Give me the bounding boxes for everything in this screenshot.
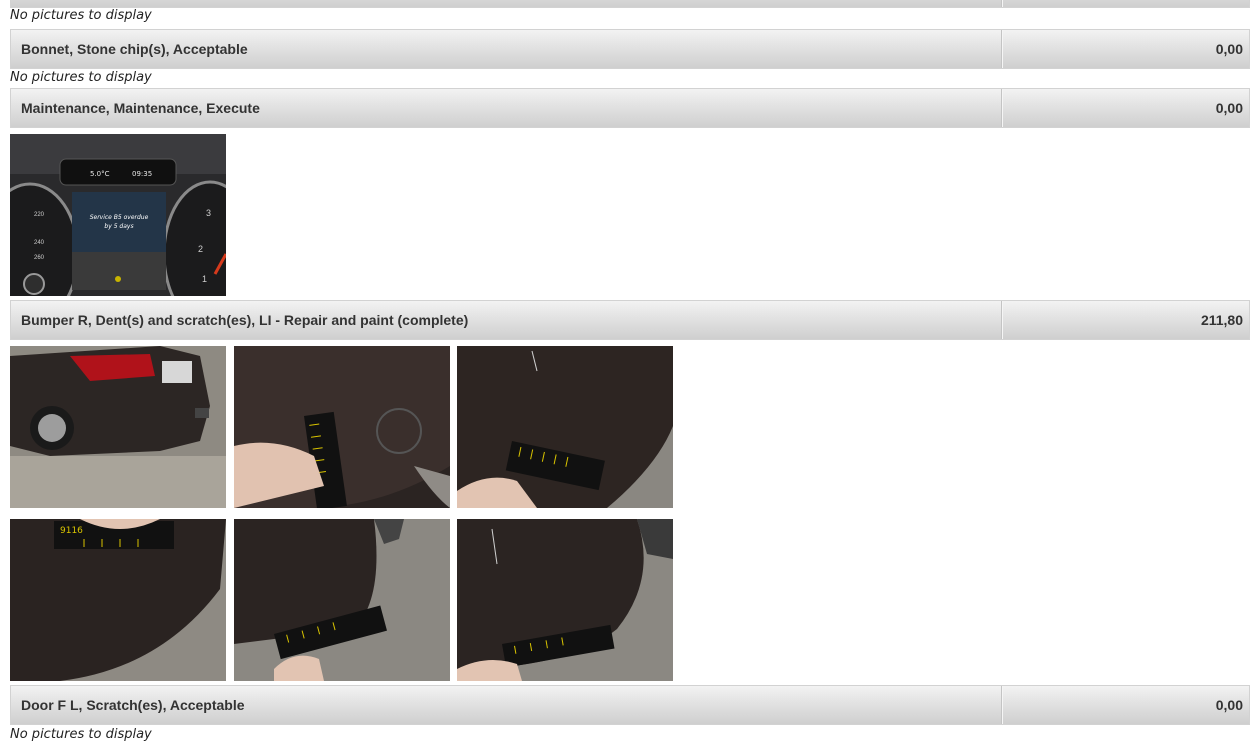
photo-thumbnail-bumper-1[interactable]: [10, 346, 226, 508]
section-amount: 0,00: [1215, 697, 1243, 713]
section-header-bonnet[interactable]: Bonnet, Stone chip(s), Acceptable 0,00: [10, 29, 1250, 69]
section-header-maintenance[interactable]: Maintenance, Maintenance, Execute 0,00: [10, 88, 1250, 128]
section-header-partial: [10, 0, 1250, 8]
no-pictures-note: No pictures to display: [10, 8, 152, 23]
section-amount: 0,00: [1215, 100, 1243, 116]
photo-thumbnail-bumper-4[interactable]: 9116: [10, 519, 226, 681]
svg-text:3: 3: [206, 208, 211, 218]
svg-text:2: 2: [198, 244, 203, 254]
svg-text:Service B5 overdue: Service B5 overdue: [90, 214, 149, 221]
section-header-bumper-r[interactable]: Bumper R, Dent(s) and scratch(es), LI - …: [10, 300, 1250, 340]
photo-thumbnail-dashboard[interactable]: 5.0°C 09:35 Service B5 overdue by 5 days…: [10, 134, 226, 296]
svg-text:9116: 9116: [60, 526, 83, 536]
damage-report-page: No pictures to display Bonnet, Stone chi…: [0, 0, 1259, 749]
photo-thumbnail-bumper-5[interactable]: [234, 519, 450, 681]
svg-text:220: 220: [34, 212, 45, 218]
section-amount: 211,80: [1200, 312, 1243, 328]
no-pictures-note: No pictures to display: [10, 70, 152, 85]
svg-text:by 5 days: by 5 days: [104, 223, 133, 230]
photo-thumbnail-bumper-6[interactable]: [457, 519, 673, 681]
section-title: Door F L, Scratch(es), Acceptable: [21, 697, 245, 713]
svg-text:09:35: 09:35: [132, 170, 152, 178]
section-amount: 0,00: [1215, 41, 1243, 57]
photo-thumbnail-bumper-3[interactable]: [457, 346, 673, 508]
section-header-door-f-l[interactable]: Door F L, Scratch(es), Acceptable 0,00: [10, 685, 1250, 725]
section-title: Maintenance, Maintenance, Execute: [21, 100, 260, 116]
section-title: Bumper R, Dent(s) and scratch(es), LI - …: [21, 312, 469, 328]
no-pictures-note: No pictures to display: [10, 727, 152, 742]
photo-thumbnail-bumper-2[interactable]: [234, 346, 450, 508]
section-title: Bonnet, Stone chip(s), Acceptable: [21, 41, 248, 57]
svg-text:240: 240: [34, 240, 45, 246]
svg-text:260: 260: [34, 255, 45, 261]
svg-text:5.0°C: 5.0°C: [90, 170, 110, 178]
svg-text:1: 1: [202, 274, 207, 284]
